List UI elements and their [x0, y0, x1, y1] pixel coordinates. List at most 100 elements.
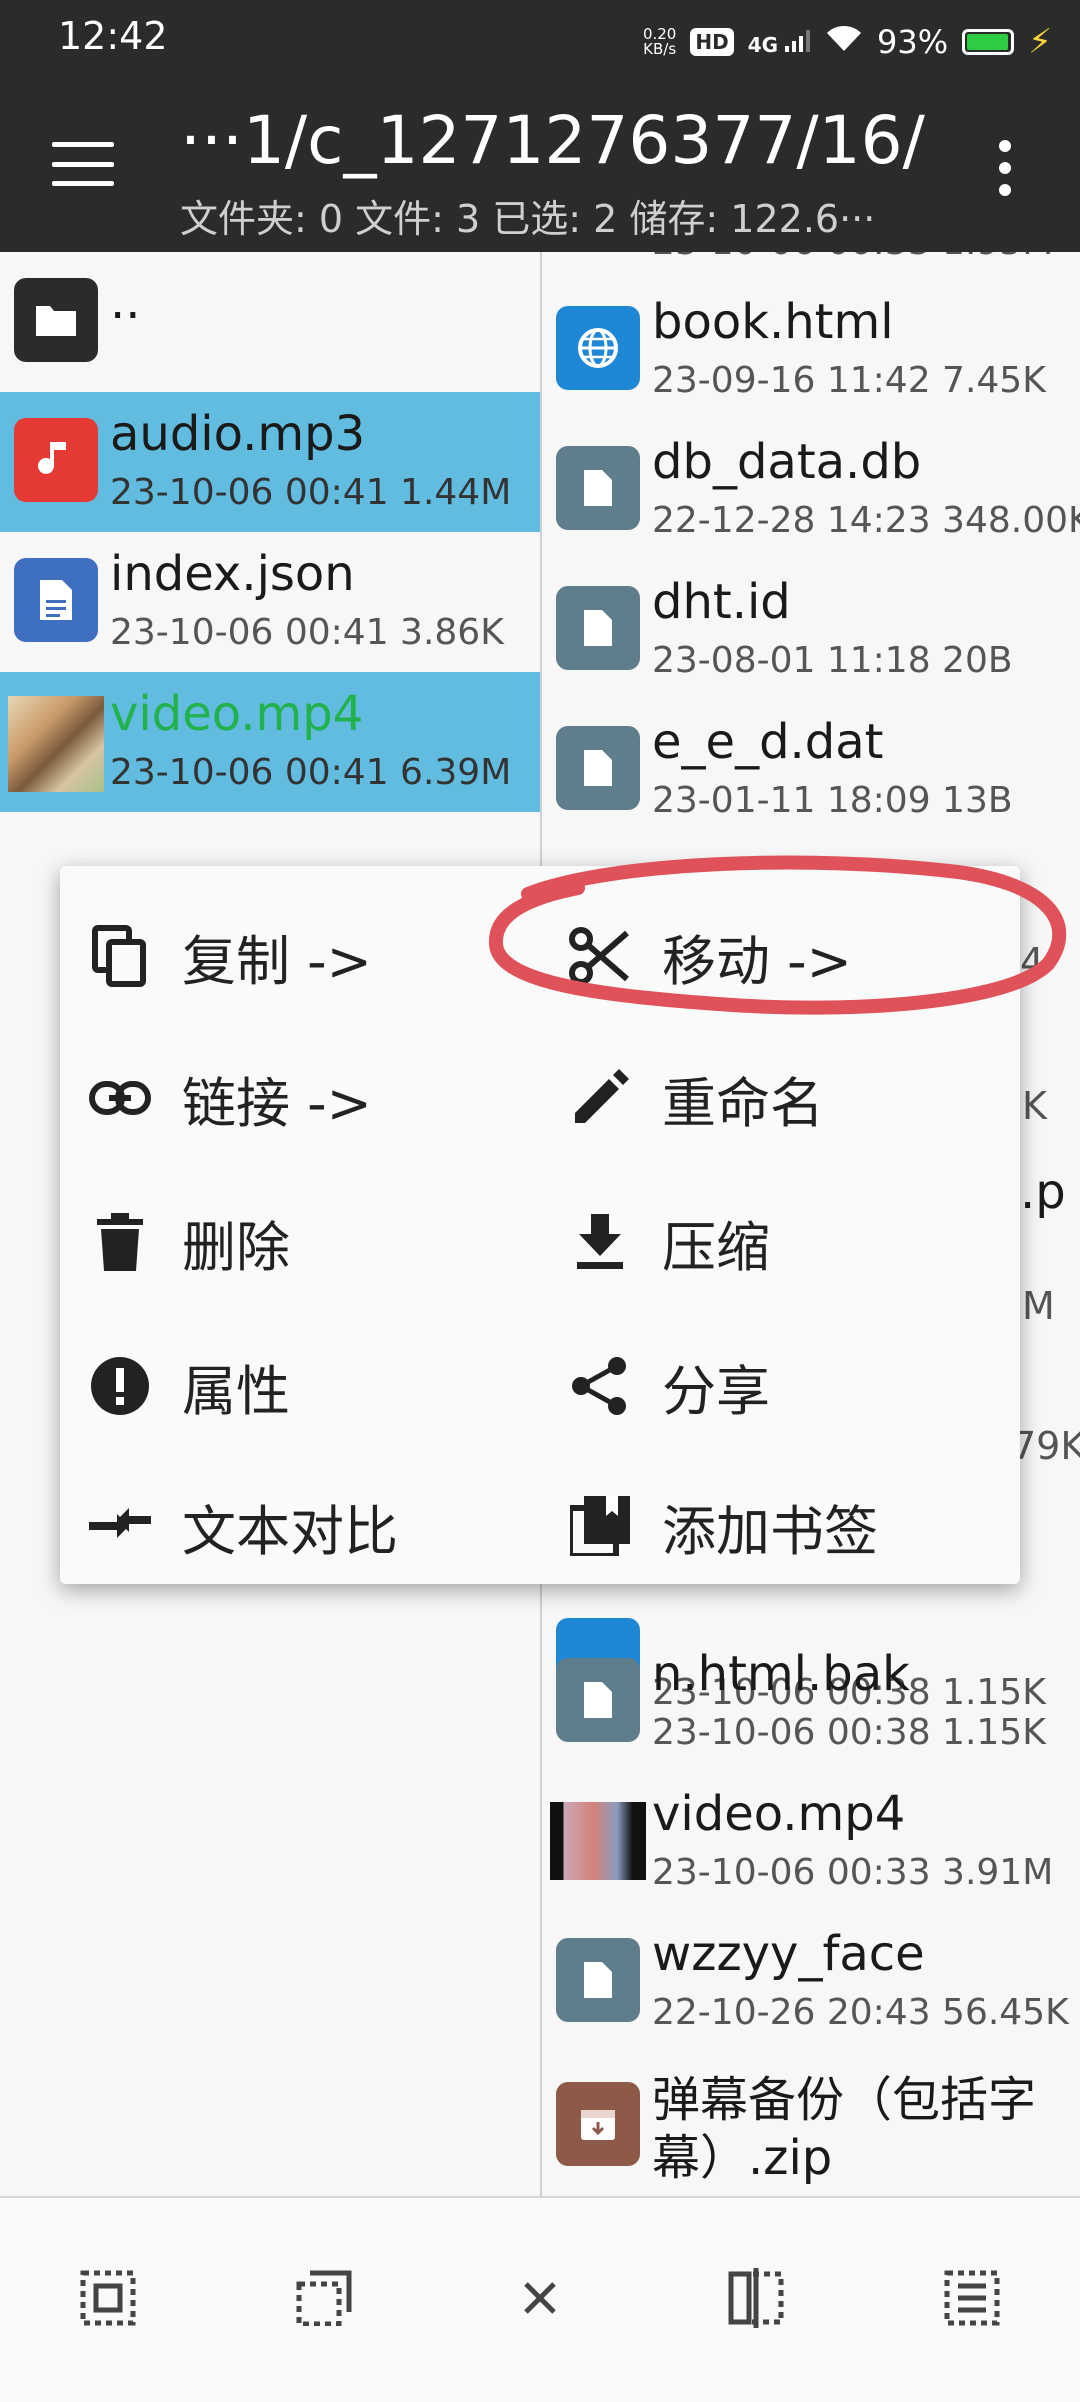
list-item[interactable]: video.mp4 23-10-06 00:41 6.39M	[0, 672, 540, 812]
file-meta: 23-09-16 11:42 7.45K	[652, 360, 1046, 401]
file-name: book.html	[652, 294, 894, 350]
network-speed: 0.20 KB/s	[643, 27, 676, 57]
rename-menu-item[interactable]: 重命名	[568, 1038, 824, 1158]
share-menu-item[interactable]: 分享	[568, 1326, 770, 1446]
status-icons: 0.20 KB/s HD 4G 93% ⚡	[643, 18, 1052, 66]
compare-arrows-icon	[88, 1494, 152, 1558]
battery-percent: 93%	[877, 23, 949, 61]
file-meta: 22-10-26 20:43 56.45K	[652, 1992, 1069, 2033]
list-item[interactable]: video.mp4 23-10-06 00:33 3.91M	[542, 1772, 1080, 1912]
list-item[interactable]: dht.id 23-08-01 11:18 20B	[542, 560, 1080, 700]
copy-label: 复制 ->	[182, 929, 372, 993]
file-icon	[556, 726, 640, 810]
file-name: index.json	[110, 546, 355, 602]
file-name: ..	[110, 274, 141, 330]
list-item[interactable]: index.json 23-10-06 00:41 3.86K	[0, 532, 540, 672]
path-info: 文件夹: 0 文件: 3 已选: 2 储存: 122.6···	[180, 197, 876, 241]
text-compare-label: 文本对比	[182, 1499, 398, 1563]
list-item[interactable]: e_e_d.dat 23-01-11 18:09 13B	[542, 700, 1080, 840]
properties-menu-item[interactable]: 属性	[88, 1326, 290, 1446]
list-item[interactable]: 23-10-06 00:33 1.95M	[542, 252, 1080, 282]
video-thumbnail	[8, 696, 104, 792]
trash-icon	[88, 1210, 152, 1274]
charging-icon: ⚡	[1028, 22, 1052, 62]
list-item[interactable]: db_data.db 22-12-28 14:23 348.00K	[542, 420, 1080, 560]
file-icon	[556, 586, 640, 670]
wifi-icon	[825, 23, 863, 61]
peek-text: M	[1022, 1284, 1055, 1328]
music-icon	[14, 418, 98, 502]
file-name: wzzyy_face	[652, 1926, 925, 1982]
file-name: n.html.bak	[652, 1646, 910, 1702]
add-bookmark-label: 添加书签	[662, 1499, 878, 1563]
link-label: 链接 ->	[182, 1071, 372, 1135]
file-meta: 22-12-28 14:23 348.00K	[652, 500, 1080, 541]
file-meta: 23-10-06 00:33 3.91M	[652, 1852, 1054, 1893]
signal-icon: 4G	[747, 30, 811, 57]
info-icon	[88, 1354, 152, 1418]
file-name: video.mp4	[652, 1786, 906, 1842]
download-icon	[568, 1210, 632, 1274]
file-name: dht.id	[652, 574, 791, 630]
battery-icon	[962, 29, 1015, 55]
file-name: e_e_d.dat	[652, 714, 884, 770]
delete-label: 删除	[182, 1215, 290, 1279]
globe-icon	[556, 306, 640, 390]
current-path: ···1/c_1271276377/16/	[180, 102, 925, 179]
file-icon	[556, 1658, 640, 1742]
share-icon	[568, 1354, 632, 1418]
text-compare-menu-item[interactable]: 文本对比	[88, 1466, 398, 1586]
file-name: video.mp4	[110, 686, 364, 742]
delete-menu-item[interactable]: 删除	[88, 1182, 290, 1302]
link-icon	[88, 1066, 152, 1130]
pencil-icon	[568, 1066, 632, 1130]
hamburger-menu-icon[interactable]	[52, 142, 114, 186]
more-options-icon[interactable]	[996, 140, 1014, 196]
file-meta: 23-10-06 00:41 3.86K	[110, 612, 504, 653]
file-name: db_data.db	[652, 434, 922, 490]
close-icon[interactable]	[500, 2258, 580, 2338]
invert-selection-icon[interactable]	[932, 2258, 1012, 2338]
properties-label: 属性	[182, 1359, 290, 1423]
document-icon	[14, 558, 98, 642]
hd-icon: HD	[690, 28, 734, 56]
file-meta: 23-08-01 11:18 20B	[652, 640, 1013, 681]
annotation-circle	[489, 855, 1067, 1015]
file-meta: 23-10-06 00:38 1.15K	[652, 1712, 1046, 1753]
zip-icon	[556, 2082, 640, 2166]
file-meta: 23-10-06 00:41 6.39M	[110, 752, 512, 793]
list-item[interactable]: 弹幕备份（包括字 幕）.zip	[542, 2052, 1080, 2196]
folder-icon	[14, 278, 98, 362]
peek-text: .p	[1020, 1164, 1066, 1220]
list-item[interactable]: audio.mp3 23-10-06 00:41 1.44M	[0, 392, 540, 532]
list-item[interactable]: n.html.bak 23-10-06 00:38 1.15K	[542, 1632, 1080, 1772]
file-icon	[556, 1938, 640, 2022]
peek-text: K	[1022, 1084, 1047, 1128]
peek-text: 79K	[1012, 1424, 1080, 1468]
compress-menu-item[interactable]: 压缩	[568, 1182, 770, 1302]
file-meta: 23-01-11 18:09 13B	[652, 780, 1013, 821]
file-meta: 23-10-06 00:41 1.44M	[110, 472, 512, 513]
list-item[interactable]: wzzyy_face 22-10-26 20:43 56.45K	[542, 1912, 1080, 2052]
link-menu-item[interactable]: 链接 ->	[88, 1038, 372, 1158]
file-meta: 23-10-06 00:33 1.95M	[652, 252, 1053, 263]
compress-label: 压缩	[662, 1215, 770, 1279]
split-view-icon[interactable]	[716, 2258, 796, 2338]
share-label: 分享	[662, 1359, 770, 1423]
status-time: 12:42	[58, 14, 168, 58]
network-type: 4G	[747, 33, 779, 57]
bottom-toolbar	[0, 2196, 1080, 2402]
select-range-icon[interactable]	[284, 2258, 364, 2338]
video-thumbnail	[550, 1802, 646, 1880]
file-name: audio.mp3	[110, 406, 366, 462]
list-item[interactable]: book.html 23-09-16 11:42 7.45K	[542, 280, 1080, 420]
bookmarks-icon	[568, 1494, 632, 1558]
file-icon	[556, 446, 640, 530]
file-name-line2: 幕）.zip	[652, 2130, 833, 2186]
rename-label: 重命名	[662, 1071, 824, 1135]
copy-menu-item[interactable]: 复制 ->	[88, 896, 372, 1016]
add-bookmark-menu-item[interactable]: 添加书签	[568, 1466, 878, 1586]
copy-icon	[88, 924, 152, 988]
list-item[interactable]: ..	[0, 252, 540, 392]
select-all-icon[interactable]	[68, 2258, 148, 2338]
